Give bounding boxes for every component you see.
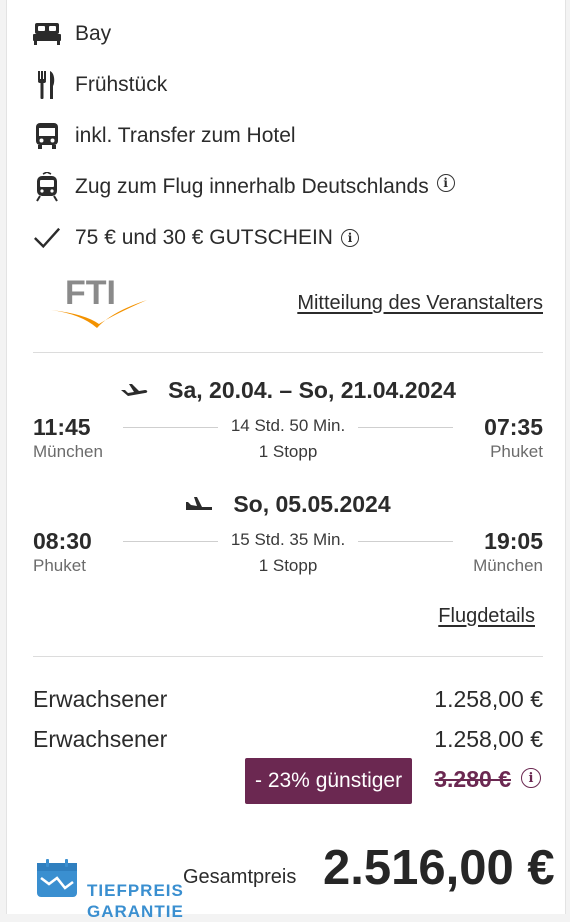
info-icon[interactable]: i [521, 768, 541, 788]
arrival-time: 19:05 [484, 528, 543, 554]
outbound-leg: Sa, 20.04. – So, 21.04.2024 11:45 Münche… [33, 374, 543, 468]
price-row: Erwachsener 1.258,00 € [33, 726, 543, 753]
feature-room: Bay [33, 8, 543, 59]
arrival-place: München [473, 556, 543, 575]
bed-icon [33, 20, 61, 48]
duration-block: 14 Std. 50 Min. 1 Stopp [123, 414, 453, 462]
discount-badge: - 23% günstiger [245, 758, 413, 804]
duration-line [358, 541, 453, 542]
price-guarantee-line2: GARANTIE [87, 902, 184, 921]
price-value: 1.258,00 € [434, 686, 543, 712]
feature-label: Zug zum Flug innerhalb Deutschlands [75, 174, 429, 198]
feature-train: Zug zum Flug innerhalb Deutschlands i [33, 161, 543, 212]
feature-meal: Frühstück [33, 59, 543, 110]
feature-voucher: 75 € und 30 € GUTSCHEIN i [33, 212, 543, 263]
info-icon[interactable]: i [436, 173, 455, 192]
total-price: 2.516,00 € [323, 841, 555, 895]
old-price: 3.280 € [434, 766, 511, 792]
operator-notice-link[interactable]: Mitteilung des Veranstalters [297, 292, 543, 315]
price-guarantee-badge: TIEFPREIS GARANTIE [35, 858, 185, 921]
departure-place: München [33, 442, 103, 461]
return-date-row: So, 05.05.2024 [33, 488, 543, 520]
duration-line [123, 541, 218, 542]
divider [33, 352, 543, 353]
outbound-date: Sa, 20.04. – So, 21.04.2024 [168, 376, 456, 403]
departure-time: 08:30 [33, 528, 92, 554]
feature-label: Bay [75, 21, 112, 45]
price-label: Erwachsener [33, 726, 168, 752]
fti-logo-text: FTI [65, 274, 116, 312]
feature-list: Bay Frühstück inkl. Transfer zum Hotel Z… [33, 8, 543, 263]
price-label: Erwachsener [33, 686, 168, 712]
flight-duration: 14 Std. 50 Min. [230, 416, 346, 435]
train-icon [33, 171, 61, 202]
outbound-times: 11:45 München 14 Std. 50 Min. 1 Stopp 07… [33, 414, 543, 468]
arrival-place: Phuket [490, 442, 543, 461]
calendar-chart-icon [37, 859, 77, 897]
outbound-date-row: Sa, 20.04. – So, 21.04.2024 [33, 374, 543, 406]
bus-icon [33, 122, 61, 150]
duration-block: 15 Std. 35 Min. 1 Stopp [123, 528, 453, 576]
price-value: 1.258,00 € [434, 726, 543, 752]
feature-transfer: inkl. Transfer zum Hotel [33, 110, 543, 161]
divider [33, 656, 543, 657]
offer-card: Bay Frühstück inkl. Transfer zum Hotel Z… [6, 0, 566, 921]
info-icon[interactable]: i [340, 228, 359, 247]
departure-time: 11:45 [33, 414, 91, 440]
duration-line [123, 427, 218, 428]
price-guarantee-line1: TIEFPREIS [87, 881, 184, 900]
total-label: Gesamtpreis [183, 866, 297, 888]
total-row: TIEFPREIS GARANTIE Gesamtpreis 2.516,00 … [33, 838, 570, 921]
return-date: So, 05.05.2024 [233, 490, 391, 517]
feature-label: Frühstück [75, 72, 168, 96]
plane-departure-icon [120, 382, 148, 398]
feature-label: inkl. Transfer zum Hotel [75, 123, 296, 147]
flight-stops: 1 Stopp [258, 556, 318, 575]
cutlery-icon [33, 70, 61, 99]
arrival-time: 07:35 [484, 414, 543, 440]
flight-stops: 1 Stopp [258, 442, 318, 461]
departure-place: Phuket [33, 556, 86, 575]
price-row: Erwachsener 1.258,00 € [33, 686, 543, 713]
return-times: 08:30 Phuket 15 Std. 35 Min. 1 Stopp 19:… [33, 528, 543, 582]
fti-logo: FTI [51, 270, 151, 332]
price-guarantee-text: TIEFPREIS GARANTIE [87, 880, 184, 922]
plane-landing-icon [185, 496, 213, 512]
operator-row: FTI Mitteilung des Veranstalters [33, 270, 543, 340]
discount-row: - 23% günstiger 3.280 € i [33, 758, 543, 804]
flight-duration: 15 Std. 35 Min. [230, 530, 346, 549]
return-leg: So, 05.05.2024 08:30 Phuket 15 Std. 35 M… [33, 488, 543, 582]
flight-details-link[interactable]: Flugdetails [438, 605, 535, 628]
checkmark-icon [33, 224, 61, 252]
feature-label: 75 € und 30 € GUTSCHEIN [75, 225, 333, 249]
duration-line [358, 427, 453, 428]
